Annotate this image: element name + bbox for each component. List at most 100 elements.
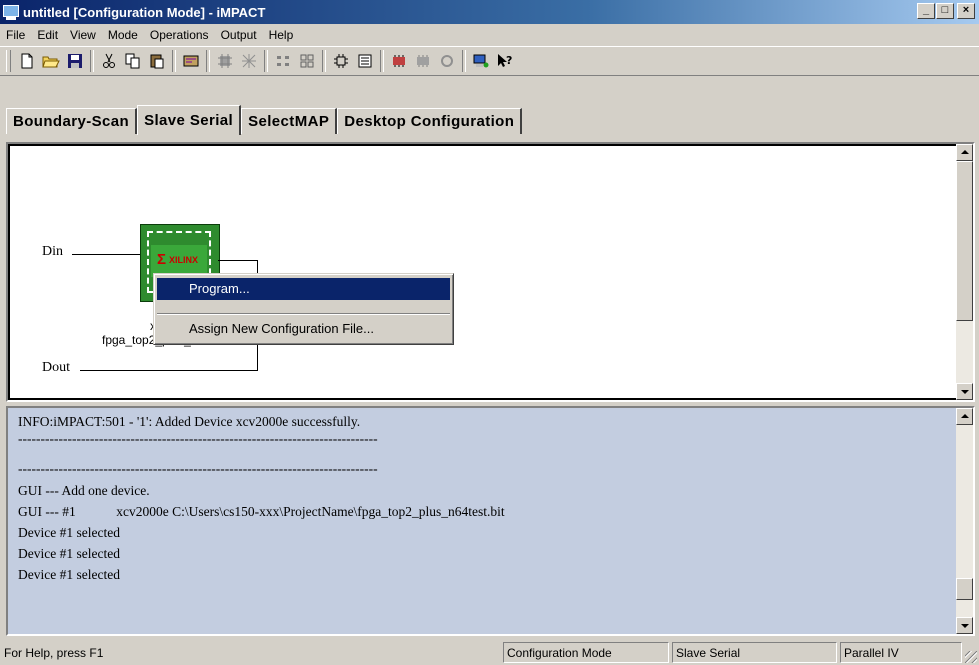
chip-logo-text: XILINX — [169, 255, 199, 265]
diagram-scroll-up-button[interactable] — [956, 144, 973, 161]
status-cable: Parallel IV — [840, 642, 962, 663]
paste-button[interactable] — [146, 50, 168, 72]
cut-button[interactable] — [98, 50, 120, 72]
chip-out-wire — [218, 260, 258, 261]
svg-text:?: ? — [506, 54, 512, 67]
close-button[interactable]: × — [957, 3, 975, 19]
new-button[interactable] — [16, 50, 38, 72]
copy-icon — [125, 53, 140, 69]
toolbar-separator — [462, 50, 466, 72]
program-button[interactable] — [388, 50, 410, 72]
close-icon: × — [962, 4, 970, 16]
paste-icon — [150, 54, 164, 69]
minimize-button[interactable]: _ — [917, 3, 935, 19]
chip-scatter-icon — [242, 54, 256, 68]
maximize-icon: □ — [941, 4, 949, 16]
outline-grid-icon — [300, 54, 314, 68]
menu-output[interactable]: Output — [215, 28, 263, 42]
cable-setup-button[interactable] — [470, 50, 492, 72]
status-bar: For Help, press F1 Configuration Mode Sl… — [0, 640, 979, 665]
toolbar-separator — [264, 50, 268, 72]
dots-grid-icon — [277, 56, 289, 66]
scissors-icon — [103, 53, 115, 68]
grid-button-2[interactable] — [296, 50, 318, 72]
toolbar-separator — [380, 50, 384, 72]
open-folder-icon — [42, 56, 60, 68]
program-chip-icon — [393, 55, 405, 67]
diagram-scroll-thumb[interactable] — [956, 161, 973, 321]
new-file-icon — [21, 53, 33, 69]
din-wire — [72, 254, 140, 255]
list-button[interactable] — [354, 50, 376, 72]
log-line: Device #1 selected — [18, 567, 120, 582]
context-menu-program[interactable]: Program... — [157, 278, 450, 300]
title-bar[interactable]: untitled [Configuration Mode] - iMPACT _… — [0, 0, 979, 24]
cable-computer-icon — [473, 54, 489, 68]
open-button[interactable] — [40, 50, 62, 72]
impact-app-icon[interactable] — [3, 4, 19, 20]
xilinx-logo-icon: Σ — [157, 251, 167, 268]
chain-diagram-pane[interactable]: Din Σ XILINX xcv2000e fpga_top2_plus_n64… — [6, 142, 975, 402]
help-arrow-icon: ? — [498, 54, 512, 67]
log-line: GUI --- #1 xcv2000e C:\Users\cs150-xxx\P… — [18, 504, 505, 519]
chain-button[interactable] — [180, 50, 202, 72]
log-scroll-up-button[interactable] — [956, 408, 973, 425]
log-line: INFO:iMPACT:501 - '1': Added Device xcv2… — [18, 414, 361, 429]
dout-label: Dout — [42, 360, 70, 375]
log-line: Device #1 selected — [18, 546, 120, 561]
menu-bar: File Edit View Mode Operations Output He… — [0, 24, 979, 46]
context-help-button[interactable]: ? — [494, 50, 516, 72]
scroll-up-icon — [961, 150, 969, 154]
verify-button[interactable] — [412, 50, 434, 72]
scroll-down-icon — [961, 390, 969, 394]
toolbar-separator — [90, 50, 94, 72]
mode-tabs: Boundary-Scan Slave Serial SelectMAP Des… — [6, 105, 523, 135]
device-context-menu: Program... Assign New Configuration File… — [153, 273, 454, 345]
toolbar-grip[interactable] — [6, 50, 11, 72]
ic-chip-icon — [334, 54, 348, 68]
context-menu-separator — [157, 313, 450, 315]
toolbar: ? — [0, 46, 979, 76]
save-disk-icon — [68, 54, 82, 68]
resize-grip-icon[interactable] — [965, 651, 977, 663]
menu-mode[interactable]: Mode — [102, 28, 144, 42]
output-log-pane[interactable]: INFO:iMPACT:501 - '1': Added Device xcv2… — [6, 406, 975, 636]
log-line: ----------------------------------------… — [18, 461, 378, 476]
log-line: GUI --- Add one device. — [18, 483, 150, 498]
log-scroll-down-button[interactable] — [956, 617, 973, 634]
tab-selectmap[interactable]: SelectMAP — [241, 108, 338, 134]
device-button[interactable] — [330, 50, 352, 72]
list-icon — [358, 54, 372, 68]
chain-icon — [183, 55, 199, 67]
window-title: untitled [Configuration Mode] - iMPACT — [23, 4, 266, 20]
status-mode: Configuration Mode — [503, 642, 669, 663]
tab-slave-serial[interactable]: Slave Serial — [137, 105, 242, 135]
copy-button[interactable] — [122, 50, 144, 72]
minimize-icon: _ — [922, 4, 930, 16]
chip-button-2[interactable] — [238, 50, 260, 72]
diagram-scroll-down-button[interactable] — [956, 383, 973, 400]
menu-file[interactable]: File — [0, 28, 31, 42]
log-line: Device #1 selected — [18, 525, 120, 540]
grid-button-1[interactable] — [272, 50, 294, 72]
erase-button[interactable] — [436, 50, 458, 72]
chip-grid-icon — [218, 54, 232, 68]
context-menu-assign-configuration-file[interactable]: Assign New Configuration File... — [157, 318, 450, 340]
menu-operations[interactable]: Operations — [144, 28, 215, 42]
save-button[interactable] — [64, 50, 86, 72]
tab-boundary-scan[interactable]: Boundary-Scan — [6, 108, 138, 134]
diagram-vertical-scrollbar[interactable] — [956, 144, 973, 400]
chip-button-1[interactable] — [214, 50, 236, 72]
log-vertical-scrollbar[interactable] — [956, 408, 973, 634]
toolbar-separator — [322, 50, 326, 72]
status-help-text: For Help, press F1 — [4, 646, 104, 660]
maximize-button[interactable]: □ — [936, 3, 954, 19]
menu-edit[interactable]: Edit — [31, 28, 64, 42]
toolbar-separator — [206, 50, 210, 72]
toolbar-separator — [172, 50, 176, 72]
menu-view[interactable]: View — [64, 28, 102, 42]
log-scroll-thumb[interactable] — [956, 578, 973, 600]
status-tab: Slave Serial — [672, 642, 837, 663]
menu-help[interactable]: Help — [263, 28, 300, 42]
tab-desktop-configuration[interactable]: Desktop Configuration — [337, 108, 523, 134]
